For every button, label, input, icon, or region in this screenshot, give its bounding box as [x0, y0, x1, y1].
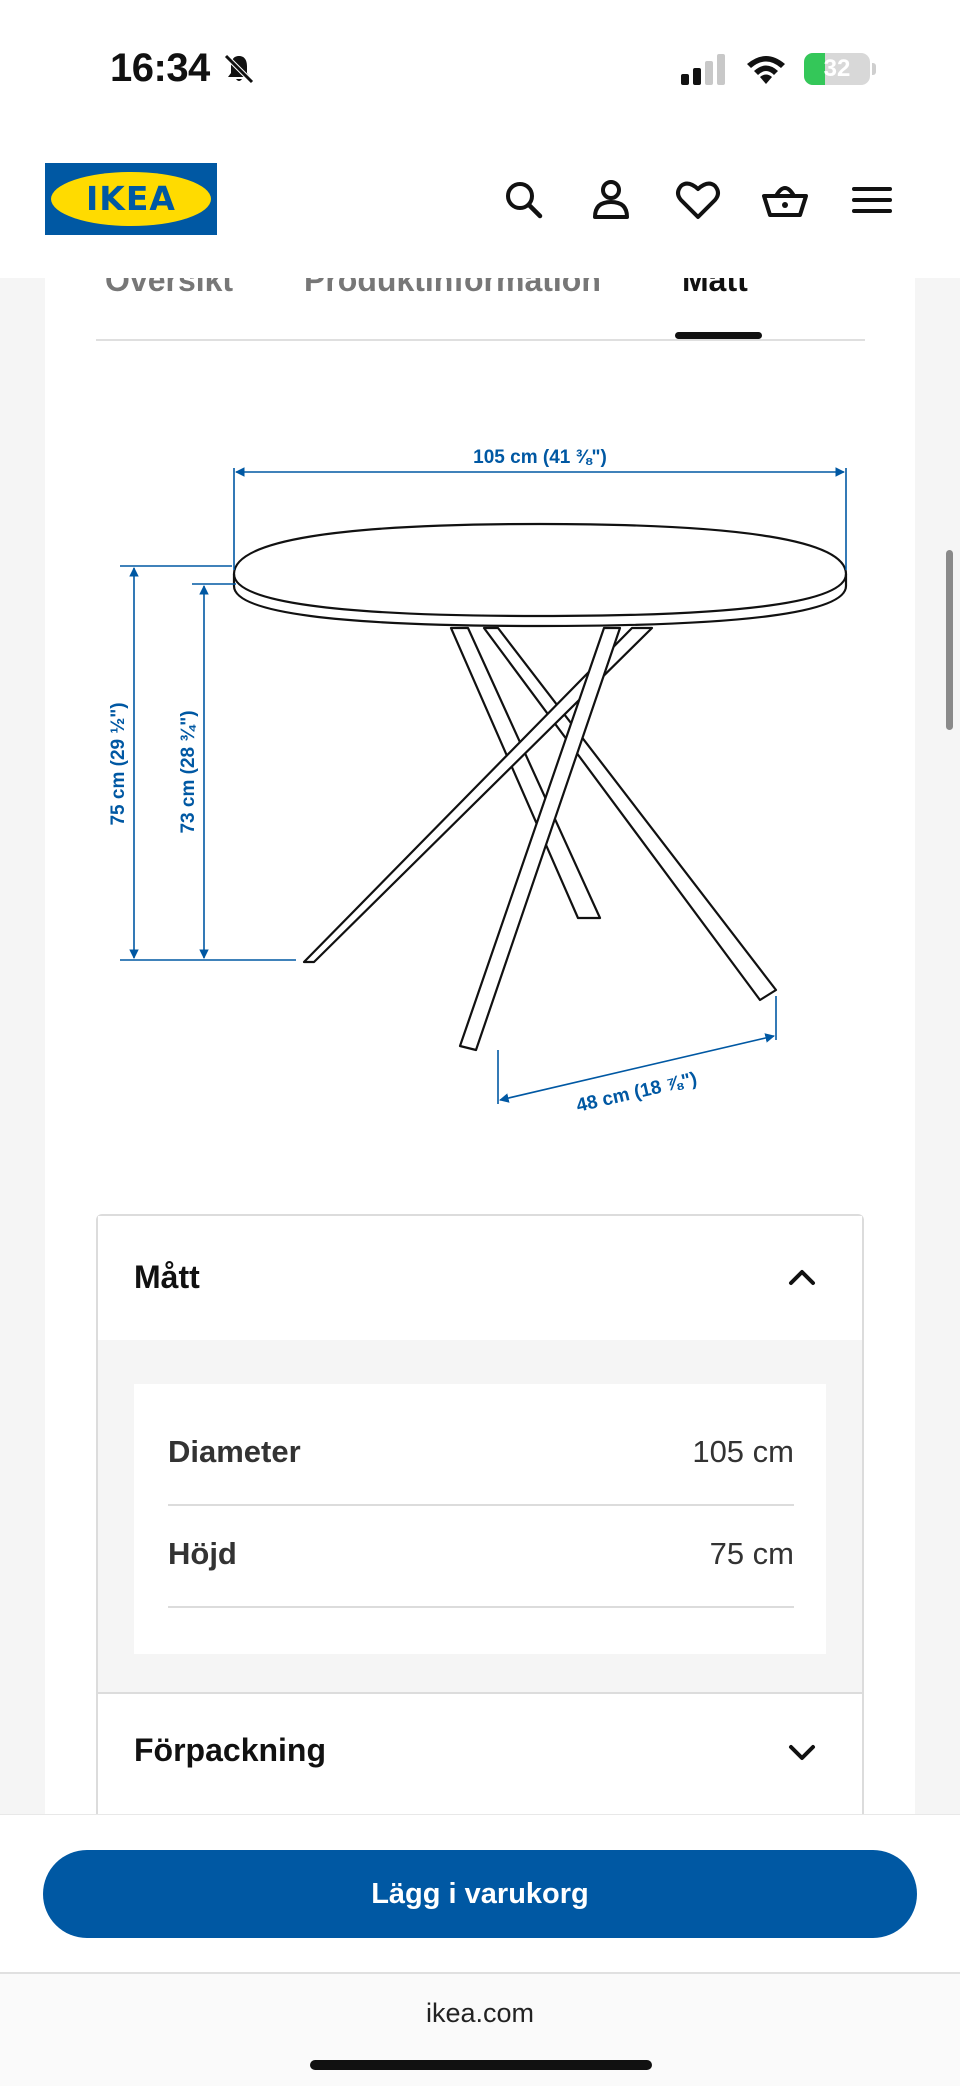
- accordion-body-matt: Diameter 105 cm Höjd 75 cm: [98, 1340, 862, 1692]
- browser-url-bar[interactable]: ikea.com: [0, 1972, 960, 2086]
- tab-divider: [96, 339, 865, 341]
- battery-cap: [872, 63, 876, 75]
- heart-icon[interactable]: [673, 175, 723, 225]
- status-time: 16:34: [110, 46, 210, 90]
- chevron-down-icon[interactable]: [782, 1732, 822, 1772]
- scrollbar[interactable]: [946, 550, 953, 730]
- bell-slash-icon: [224, 54, 254, 84]
- dimension-table: Diameter 105 cm Höjd 75 cm: [134, 1384, 826, 1654]
- chevron-up-icon[interactable]: [782, 1258, 822, 1298]
- dimension-row: Höjd 75 cm: [168, 1508, 794, 1608]
- dimension-value: 75 cm: [709, 1536, 794, 1571]
- site-header: IKEA: [0, 140, 960, 278]
- dimension-label: Höjd: [168, 1536, 237, 1571]
- table-drawing: [232, 522, 848, 1052]
- battery-icon: 32: [804, 53, 870, 85]
- accordion-header-matt[interactable]: Mått: [98, 1216, 862, 1340]
- base-label: 48 cm (18 ⅞"): [574, 1069, 699, 1117]
- battery-percent: 32: [823, 55, 851, 82]
- wifi-icon: [747, 56, 785, 84]
- home-indicator[interactable]: [310, 2060, 652, 2070]
- bottom-action-bar: Lägg i varukorg: [0, 1814, 960, 1972]
- search-icon[interactable]: [499, 175, 549, 225]
- dimension-label: Diameter: [168, 1434, 301, 1469]
- logo-text: IKEA: [86, 179, 176, 218]
- accordion-title-matt: Mått: [134, 1259, 200, 1295]
- dimensions-accordion: Mått Diameter 105 cm Höjd 75 cm Förpackn…: [96, 1214, 864, 1816]
- active-tab-indicator: [675, 332, 762, 339]
- height-label: 75 cm (29 ½"): [108, 702, 129, 825]
- basket-icon[interactable]: [760, 175, 810, 225]
- url-text[interactable]: ikea.com: [0, 1998, 960, 2029]
- dimension-value: 105 cm: [692, 1434, 794, 1469]
- width-label: 105 cm (41 ⅜"): [473, 447, 607, 468]
- menu-icon[interactable]: [847, 175, 897, 225]
- status-bar: 16:34 32: [0, 0, 960, 140]
- profile-icon[interactable]: [586, 175, 636, 225]
- signal-icon: [681, 54, 725, 85]
- accordion-title-forpackning: Förpackning: [134, 1732, 327, 1768]
- accordion-header-forpackning[interactable]: Förpackning: [98, 1694, 862, 1816]
- ikea-logo[interactable]: IKEA: [45, 163, 217, 235]
- dimension-diagram: 105 cm (41 ⅜") 75 cm (29 ½") 73 cm (28 ¾…: [108, 447, 848, 1117]
- add-to-cart-button[interactable]: Lägg i varukorg: [43, 1850, 917, 1938]
- dimension-row: Diameter 105 cm: [168, 1406, 794, 1506]
- inner-height-label: 73 cm (28 ¾"): [178, 710, 199, 833]
